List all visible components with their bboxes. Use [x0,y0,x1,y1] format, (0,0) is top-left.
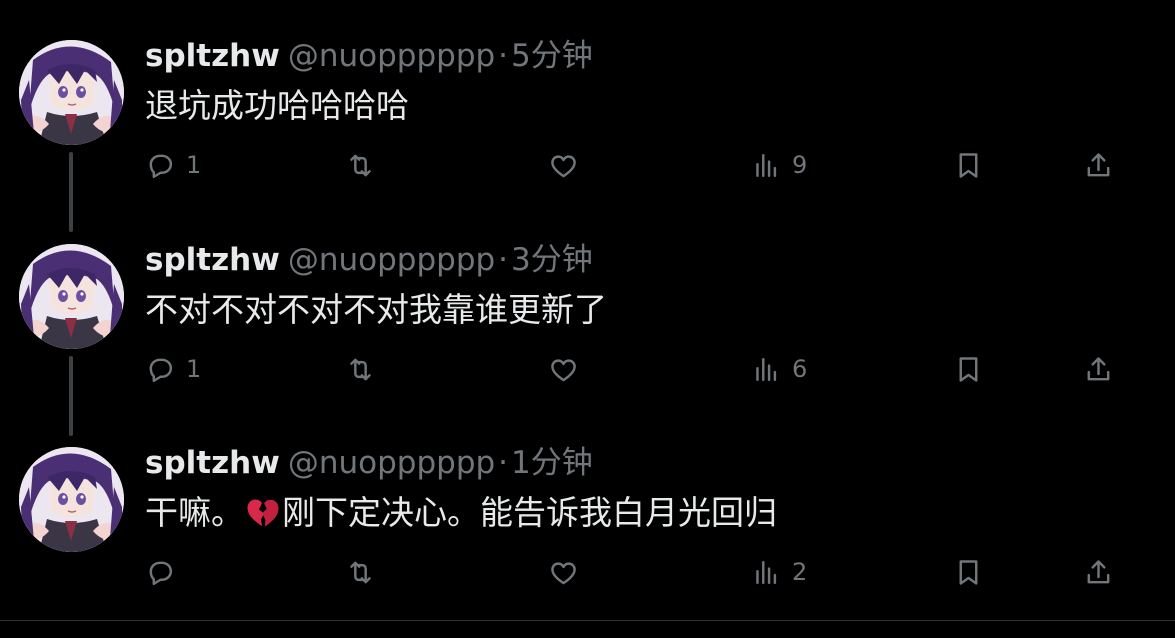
tweet-text: 干嘛。 刚下定决心。能告诉我白月光回归 [145,492,777,539]
retweet-icon [350,358,371,380]
retweet-icon [350,154,371,176]
reply-icon [149,154,173,178]
like-icon [551,154,576,177]
share-icon [1087,356,1110,380]
bookmark-button[interactable] [953,349,984,389]
like-icon [551,561,576,584]
separator-dot: · [498,445,509,481]
tweet-header: spltzhw @nuopppppp·3分钟 [145,240,593,280]
action-bar: 1 9 [0,145,1175,185]
avatar[interactable] [19,244,124,349]
separator-dot: · [498,242,509,278]
share-button[interactable] [1083,349,1114,389]
bookmark-button[interactable] [953,552,984,592]
like-button[interactable] [548,552,589,592]
bookmark-icon [959,559,978,585]
separator-dot: · [498,38,509,74]
display-name[interactable]: spltzhw [145,445,280,481]
tweet[interactable]: spltzhw @nuopppppp·1分钟 干嘛。 刚下定决心。能告诉我白月光回归… [0,407,1175,610]
views-count: 9 [792,151,808,179]
timestamp[interactable]: 3分钟 [511,242,593,278]
views-icon [756,357,777,381]
bookmark-icon [959,356,978,382]
like-button[interactable] [548,349,589,389]
views-count: 2 [792,558,808,586]
display-name[interactable]: spltzhw [145,242,280,278]
views-count: 6 [792,355,808,383]
tweet-text-part: 干嘛。 [145,493,244,532]
timestamp[interactable]: 5分钟 [511,38,593,74]
tweet-text: 退坑成功哈哈哈哈 [145,86,409,125]
action-bar: 1 6 [0,349,1175,389]
views-button[interactable]: 6 [751,349,807,389]
tweet-text: 不对不对不对不对我靠谁更新了 [145,290,607,329]
timestamp[interactable]: 1分钟 [511,445,593,481]
handle[interactable]: @nuopppppp [288,38,495,74]
reply-button[interactable] [145,552,186,592]
divider [0,620,1175,621]
reply-button[interactable]: 1 [145,145,201,185]
avatar[interactable] [19,40,124,145]
share-icon [1087,152,1110,176]
retweet-button[interactable] [345,552,386,592]
share-button[interactable] [1083,145,1114,185]
bookmark-button[interactable] [953,145,984,185]
retweet-icon [350,561,371,583]
bookmark-icon [959,152,978,178]
views-button[interactable]: 2 [751,552,807,592]
reply-count: 1 [186,151,202,179]
retweet-button[interactable] [345,349,386,389]
tweet-text-part: 刚下定决心。能告诉我白月光回归 [282,493,777,532]
retweet-button[interactable] [345,145,386,185]
avatar[interactable] [19,447,124,552]
handle[interactable]: @nuopppppp [288,242,495,278]
tweet-header: spltzhw @nuopppppp·5分钟 [145,36,593,76]
tweet[interactable]: spltzhw @nuopppppp·5分钟 退坑成功哈哈哈哈 1 9 [0,0,1175,232]
views-icon [756,153,777,177]
reply-icon [149,561,173,585]
like-button[interactable] [548,145,589,185]
reply-button[interactable]: 1 [145,349,201,389]
reply-count: 1 [186,355,202,383]
share-button[interactable] [1083,552,1114,592]
handle[interactable]: @nuopppppp [288,445,495,481]
views-icon [756,560,777,584]
like-icon [551,358,576,381]
broken-heart-icon [246,497,280,539]
views-button[interactable]: 9 [751,145,807,185]
share-icon [1087,559,1110,583]
tweet[interactable]: spltzhw @nuopppppp·3分钟 不对不对不对不对我靠谁更新了 1 6 [0,204,1175,436]
action-bar: 2 [0,552,1175,592]
tweet-header: spltzhw @nuopppppp·1分钟 [145,443,593,483]
reply-icon [149,358,173,382]
display-name[interactable]: spltzhw [145,38,280,74]
